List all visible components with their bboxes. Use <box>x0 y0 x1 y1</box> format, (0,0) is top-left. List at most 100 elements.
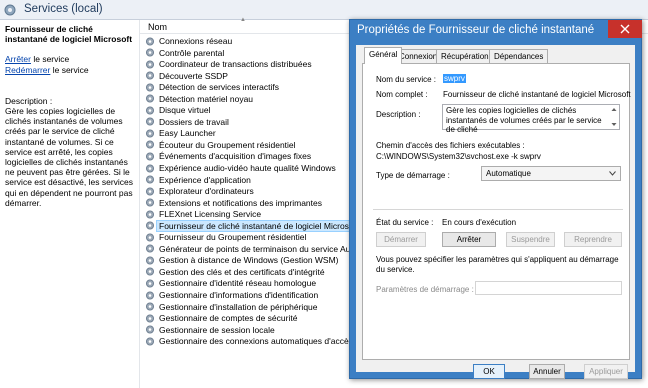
service-row-name: Easy Launcher <box>159 128 216 139</box>
service-row-name: Gestionnaire d'informations d'identifica… <box>159 290 319 301</box>
sort-ascending-icon: ▲ <box>240 17 246 23</box>
service-row-name: Dossiers de travail <box>159 116 229 127</box>
service-gear-icon <box>146 279 154 288</box>
stop-service-action: Arrêter le service <box>5 54 69 64</box>
executable-path-label: Chemin d'accès des fichiers exécutables … <box>376 141 525 150</box>
service-gear-icon <box>146 106 154 115</box>
service-row-name: Gestion à distance de Windows (Gestion W… <box>159 255 339 266</box>
service-gear-icon <box>146 187 154 196</box>
service-row-name: Gestionnaire des connexions automatiques… <box>159 336 370 347</box>
service-gear-icon <box>146 291 154 300</box>
service-gear-icon <box>146 244 154 253</box>
service-gear-icon <box>146 60 154 69</box>
general-tab-panel: Nom du service : swprv Nom complet : Fou… <box>362 63 631 360</box>
cancel-button[interactable]: Annuler <box>529 364 565 379</box>
service-gear-icon <box>146 117 154 126</box>
service-row-name: Expérience d'application <box>159 174 251 185</box>
service-row-name: Explorateur d'ordinateurs <box>159 186 254 197</box>
service-properties-dialog: Propriétés de Fournisseur de cliché inst… <box>349 19 642 379</box>
service-gear-icon <box>146 337 154 346</box>
service-gear-icon <box>146 48 154 57</box>
pause-button[interactable]: Suspendre <box>506 232 555 247</box>
service-row-name: Gestionnaire d'installation de périphéri… <box>159 301 318 312</box>
service-row-name: Générateur de points de terminaison du s… <box>159 243 369 254</box>
tab-general[interactable]: Général <box>364 47 403 64</box>
service-row-name: Gestionnaire de session locale <box>159 324 275 335</box>
service-name-label: Nom du service : <box>376 75 437 84</box>
description-heading: Description : <box>5 96 53 106</box>
service-row-name: Disque virtuel <box>159 105 211 116</box>
startup-type-select[interactable]: Automatique <box>481 166 621 181</box>
close-icon <box>620 24 630 34</box>
service-row-name: Coordinateur de transactions distribuées <box>159 59 312 70</box>
service-gear-icon <box>146 302 154 311</box>
stop-button[interactable]: Arrêter <box>442 232 496 247</box>
service-gear-icon <box>146 267 154 276</box>
services-gear-icon <box>4 4 16 16</box>
chevron-down-icon <box>609 171 616 176</box>
service-gear-icon <box>146 129 154 138</box>
ok-button[interactable]: OK <box>473 364 505 379</box>
start-parameters-label: Paramètres de démarrage : <box>376 285 474 294</box>
service-gear-icon <box>146 210 154 219</box>
service-state-label: État du service : <box>376 218 434 227</box>
restart-service-link[interactable]: Redémarrer <box>5 65 50 75</box>
section-divider <box>373 209 623 210</box>
service-gear-icon <box>146 314 154 323</box>
service-gear-icon <box>146 37 154 45</box>
service-gear-icon <box>146 325 154 334</box>
startup-type-value: Automatique <box>486 169 531 178</box>
service-gear-icon <box>146 256 154 265</box>
tab-recovery[interactable]: Récupération <box>436 49 494 63</box>
full-name-value[interactable]: Fournisseur de cliché instantané de logi… <box>443 90 631 99</box>
service-row-name: Découverte SSDP <box>159 70 228 81</box>
stop-service-suffix: le service <box>30 54 70 64</box>
description-label: Description : <box>376 110 421 119</box>
service-row-name: Contrôle parental <box>159 47 225 58</box>
start-parameters-input[interactable] <box>475 281 622 295</box>
service-gear-icon <box>146 164 154 173</box>
service-row-name: Fournisseur du Groupement résidentiel <box>159 232 307 243</box>
dialog-title: Propriétés de Fournisseur de cliché inst… <box>357 24 595 36</box>
stop-service-link[interactable]: Arrêter <box>5 54 31 64</box>
service-row-name: Détection de services interactifs <box>159 82 279 93</box>
service-name-value[interactable]: swprv <box>443 74 466 83</box>
service-gear-icon <box>146 233 154 242</box>
column-header-name[interactable]: Nom <box>148 22 167 32</box>
service-description: Gère les copies logicielles de clichés i… <box>5 106 134 208</box>
startup-type-label: Type de démarrage : <box>376 171 450 180</box>
service-row-name: Écouteur du Groupement résidentiel <box>159 139 296 150</box>
service-gear-icon <box>146 140 154 149</box>
description-text: Gère les copies logicielles de clichés i… <box>446 106 602 134</box>
service-gear-icon <box>146 83 154 92</box>
apply-button[interactable]: Appliquer <box>584 364 628 379</box>
restart-service-action: Redémarrer le service <box>5 65 89 75</box>
executable-path-value[interactable]: C:\WINDOWS\System32\svchost.exe -k swprv <box>376 152 541 161</box>
service-row-name: Expérience audio-vidéo haute qualité Win… <box>159 163 336 174</box>
dialog-close-button[interactable] <box>608 20 642 38</box>
restart-service-suffix: le service <box>50 65 89 75</box>
resume-button[interactable]: Reprendre <box>564 232 622 247</box>
service-gear-icon <box>146 152 154 161</box>
service-gear-icon <box>146 71 154 80</box>
service-state-value: En cours d'exécution <box>442 218 517 227</box>
description-scrollbar[interactable] <box>610 106 618 128</box>
description-field[interactable]: Gère les copies logicielles de clichés i… <box>442 104 620 134</box>
service-row-name: Gestionnaire d'identité réseau homologue <box>159 278 317 289</box>
services-header: Services (local) <box>0 0 648 20</box>
dialog-body: Général Connexion Récupération Dépendanc… <box>356 45 635 379</box>
service-row-name: Événements d'acquisition d'images fixes <box>159 151 312 162</box>
start-parameters-help: Vous pouvez spécifier les paramètres qui… <box>376 255 619 274</box>
selected-service-name: Fournisseur de cliché instantané de logi… <box>5 24 133 44</box>
service-row-name: Détection matériel noyau <box>159 93 254 104</box>
tab-dependencies[interactable]: Dépendances <box>489 49 549 63</box>
services-header-title: Services (local) <box>24 3 103 15</box>
start-button[interactable]: Démarrer <box>376 232 426 247</box>
service-row-name: FLEXnet Licensing Service <box>159 209 262 220</box>
service-row-name: Connexions réseau <box>159 36 233 46</box>
service-gear-icon <box>146 221 154 230</box>
service-details-panel: Fournisseur de cliché instantané de logi… <box>0 20 140 388</box>
service-row-name: Extensions et notifications des impriman… <box>159 197 322 208</box>
service-row-name: Gestion des clés et des certificats d'in… <box>159 266 325 277</box>
service-gear-icon <box>146 175 154 184</box>
